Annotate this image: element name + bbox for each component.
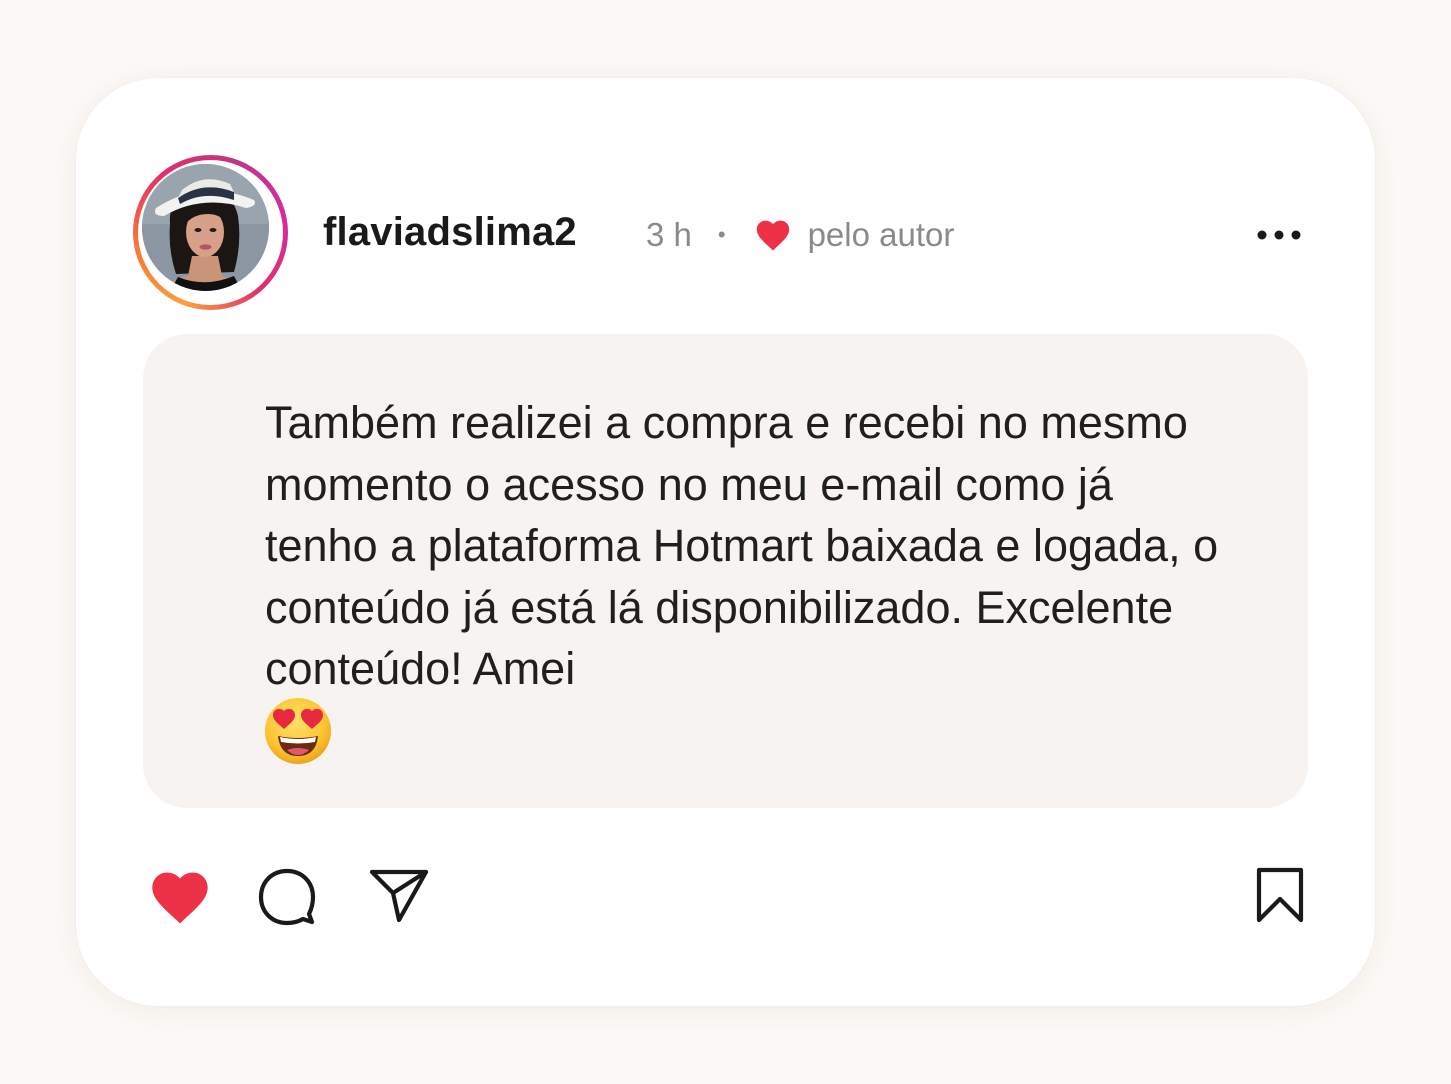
comment-card: flaviadslima2 3 h • pelo autor Também re… xyxy=(76,78,1375,1006)
comment-bubble: Também realizei a compra e recebi no mes… xyxy=(143,334,1308,808)
username[interactable]: flaviadslima2 xyxy=(323,210,577,255)
comment-meta: 3 h • pelo autor xyxy=(646,216,954,254)
comment-text: Também realizei a compra e recebi no mes… xyxy=(265,397,1219,694)
avatar-story-ring[interactable] xyxy=(133,155,288,310)
more-dots-icon[interactable] xyxy=(1254,222,1304,248)
avatar-photo xyxy=(142,164,269,291)
author-heart-icon xyxy=(756,220,789,251)
liked-by-author-label: pelo autor xyxy=(807,216,955,253)
comment-bubble-icon[interactable] xyxy=(257,866,317,926)
timestamp: 3 h xyxy=(646,216,692,253)
avatar xyxy=(142,164,269,291)
meta-separator: • xyxy=(717,222,726,247)
heart-eyes-emoji-icon xyxy=(265,698,331,764)
heart-icon[interactable] xyxy=(148,868,212,926)
send-paper-plane-icon[interactable] xyxy=(368,866,430,924)
bookmark-icon[interactable] xyxy=(1254,866,1306,924)
